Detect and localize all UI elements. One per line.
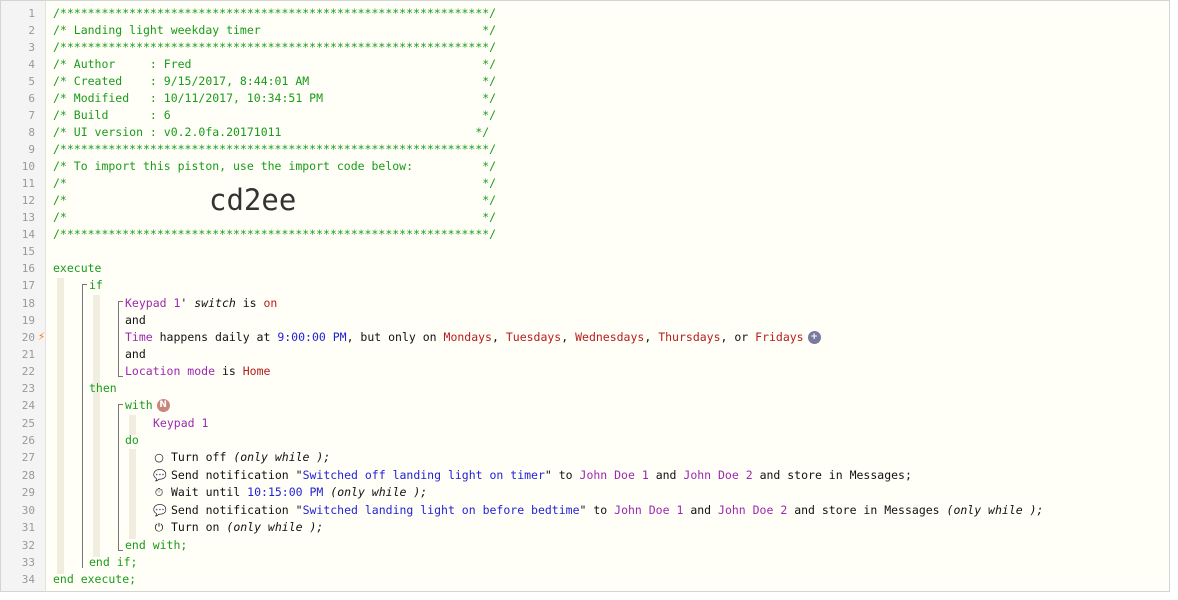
comment-line: /***************************************… xyxy=(53,40,497,54)
line-number: 18 xyxy=(21,297,35,310)
with-bracket xyxy=(118,404,123,551)
created-line: /* Created : 9/15/2017, 8:44:01 AM */ xyxy=(53,74,497,88)
line-number: 33 xyxy=(21,556,35,569)
add-restriction-icon[interactable]: + xyxy=(807,331,821,344)
line-number: 34 xyxy=(21,573,35,586)
line-number: 12 xyxy=(21,194,35,207)
condition-switch[interactable]: Keypad 1' switch is on xyxy=(125,295,277,312)
if-keyword[interactable]: if xyxy=(89,277,103,294)
line-number: 16 xyxy=(21,262,35,275)
author-line: /* Author : Fred */ xyxy=(53,57,497,71)
then-keyword[interactable]: then xyxy=(89,380,117,397)
line-number: 19 xyxy=(21,314,35,327)
line-number: 13 xyxy=(21,211,35,224)
with-keyword[interactable]: with N xyxy=(125,397,170,414)
line-number: 17 xyxy=(21,279,35,292)
condition-time[interactable]: Time happens daily at 9:00:00 PM, but on… xyxy=(125,329,821,346)
line-number: 32 xyxy=(21,539,35,552)
line-number: 14 xyxy=(21,228,35,241)
chat-icon: 💬 xyxy=(153,469,167,482)
turn-on-statement[interactable]: ⏻ Turn on (only while ); xyxy=(153,519,324,536)
end-if-keyword[interactable]: end if; xyxy=(89,554,137,571)
line-number: 5 xyxy=(28,75,35,88)
wait-statement[interactable]: ⏱ Wait until 10:15:00 PM (only while ); xyxy=(153,484,428,501)
line-number: 25 xyxy=(21,417,35,430)
line-number: 29 xyxy=(21,486,35,499)
piston-title: /* Landing light weekday timer */ xyxy=(53,23,497,37)
trigger-bolt-icon: ⚡ xyxy=(38,329,46,343)
comment-line: /***************************************… xyxy=(53,227,497,241)
import-instruction: /* To import this piston, use the import… xyxy=(53,159,497,173)
line-number: 20 xyxy=(21,331,35,344)
line-number: 7 xyxy=(28,109,35,122)
line-number: 31 xyxy=(21,521,35,534)
power-off-icon: ○ xyxy=(154,451,164,464)
end-with-keyword[interactable]: end with; xyxy=(125,537,187,554)
line-number: 8 xyxy=(28,126,35,139)
n-badge-icon: N xyxy=(156,399,170,412)
with-device[interactable]: Keypad 1 xyxy=(153,415,208,432)
turn-off-statement[interactable]: ○ Turn off (only while ); xyxy=(153,449,330,466)
comment-line: /***************************************… xyxy=(53,142,497,156)
line-number: 21 xyxy=(21,348,35,361)
line-number: 23 xyxy=(21,382,35,395)
indent-bar-execute xyxy=(57,278,64,574)
line-number: 1 xyxy=(28,7,35,20)
line-number: 9 xyxy=(28,143,35,156)
chat-icon: 💬 xyxy=(153,504,167,517)
notification-statement-1[interactable]: 💬 Send notification "Switched off landing… xyxy=(153,467,912,484)
line-number: 4 xyxy=(28,58,35,71)
ui-version-line: /* UI version : v0.2.0fa.20171011 */ xyxy=(53,125,490,139)
do-keyword[interactable]: do xyxy=(125,432,139,449)
import-code[interactable]: cd2ee xyxy=(209,183,296,217)
line-number: 26 xyxy=(21,434,35,447)
condition-location[interactable]: Location mode is Home xyxy=(125,363,270,380)
if-bracket xyxy=(82,284,87,568)
power-on-icon: ⏻ xyxy=(154,521,164,534)
line-number: 6 xyxy=(28,92,35,105)
and-operator[interactable]: and xyxy=(125,312,146,329)
line-number: 22 xyxy=(21,365,35,378)
line-number: 10 xyxy=(21,160,35,173)
line-number: 3 xyxy=(28,41,35,54)
line-number: 30 xyxy=(21,504,35,517)
line-number: 24 xyxy=(21,399,35,412)
modified-line: /* Modified : 10/11/2017, 10:34:51 PM */ xyxy=(53,91,497,105)
conditions-bracket xyxy=(118,301,123,377)
line-number: 15 xyxy=(21,245,35,258)
line-number: 27 xyxy=(21,451,35,464)
end-execute-keyword[interactable]: end execute; xyxy=(53,571,136,588)
notification-statement-2[interactable]: 💬 Send notification "Switched landing lig… xyxy=(153,502,1043,519)
build-line: /* Build : 6 */ xyxy=(53,108,497,122)
indent-bar-do xyxy=(129,449,136,539)
comment-line: /***************************************… xyxy=(53,6,497,20)
line-number: 11 xyxy=(21,177,35,190)
indent-bar-if xyxy=(93,295,100,557)
code-editor: 1 2 3 4 5 6 7 8 9 10 11 12 13 14 15 16 17 18 19 20 21 22 23 24 2… xyxy=(0,0,1170,592)
line-number: 2 xyxy=(28,24,35,37)
clock-icon: ⏱ xyxy=(154,486,164,499)
and-operator[interactable]: and xyxy=(125,346,146,363)
execute-keyword[interactable]: execute xyxy=(53,260,101,277)
line-number: 28 xyxy=(21,469,35,482)
